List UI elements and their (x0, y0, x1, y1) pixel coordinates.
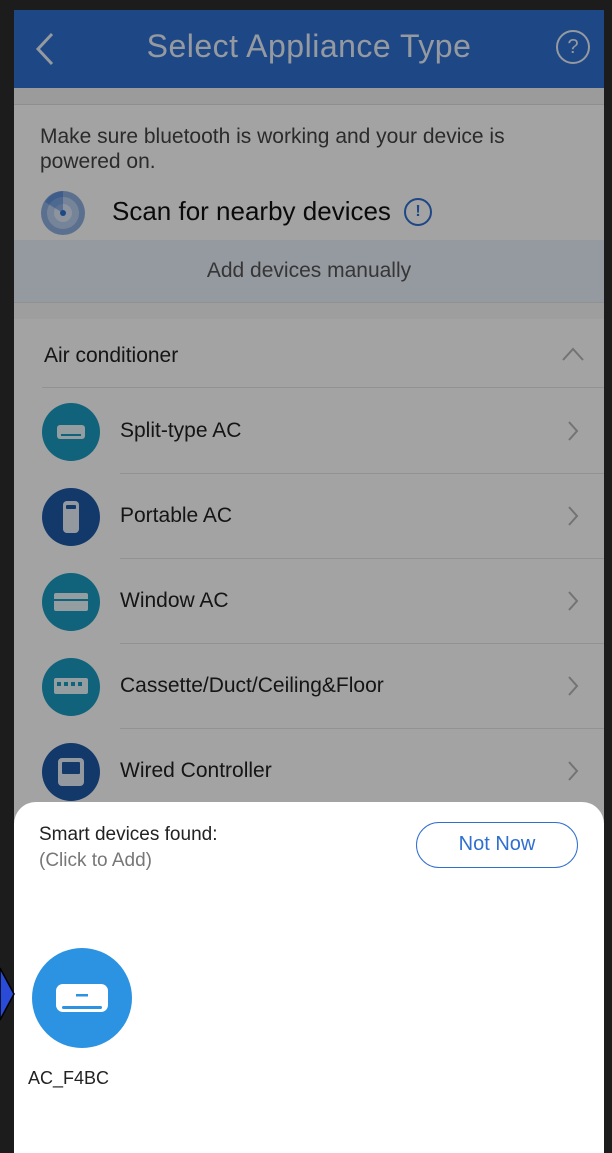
app-screen: Select Appliance Type ? Make sure blueto… (14, 10, 604, 1153)
sheet-subtitle: (Click to Add) (39, 850, 152, 871)
sheet-title: Smart devices found: (39, 824, 218, 845)
device-label: AC_F4BC (28, 1068, 110, 1088)
frame-right (604, 0, 612, 1153)
air-conditioner-icon (32, 948, 132, 1048)
pointer-indicator-icon (0, 967, 15, 1021)
not-now-button[interactable]: Not Now (416, 822, 578, 868)
frame-top (0, 0, 612, 10)
devices-found-sheet: Smart devices found: (Click to Add) Not … (14, 802, 604, 1153)
